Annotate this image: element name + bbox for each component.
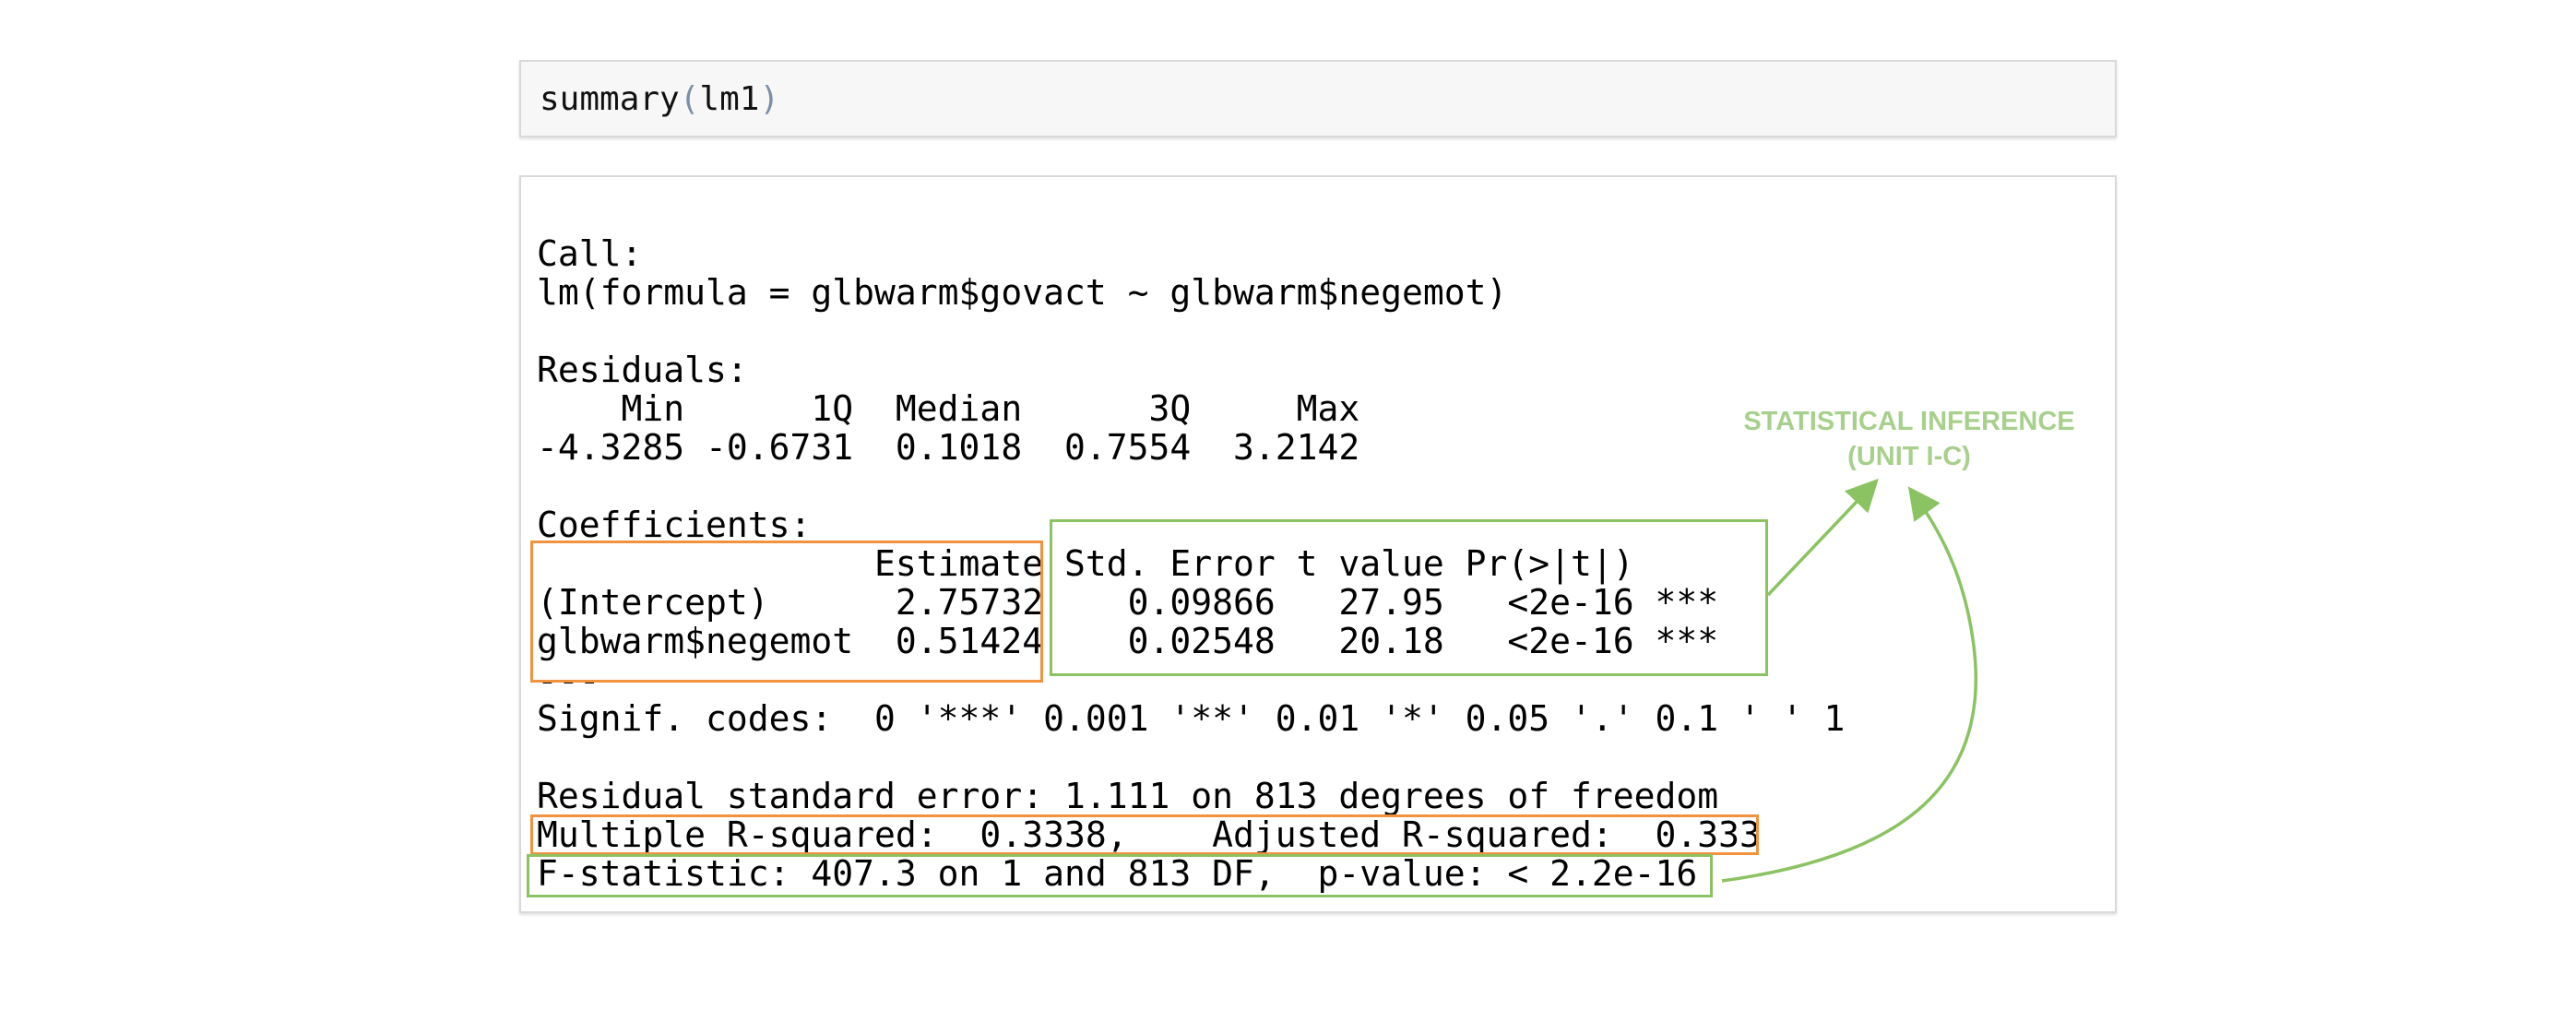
output-line-residual-se: Residual standard error: 1.111 on 813 de…	[537, 776, 1719, 816]
input-function: summary	[540, 80, 680, 118]
output-line-call-formula: lm(formula = glbwarm$govact ~ glbwarm$ne…	[537, 272, 1508, 313]
input-argument: lm1	[699, 80, 760, 118]
input-open-paren: (	[679, 80, 700, 118]
output-line-signif-codes: Signif. codes: 0 '***' 0.001 '**' 0.01 '…	[537, 698, 1846, 739]
annotation-subtitle: (UNIT I-C)	[1847, 442, 1971, 471]
output-line-coefficients-label: Coefficients:	[537, 505, 812, 545]
r-squared-highlight-box	[530, 814, 1759, 855]
output-line-call-label: Call:	[537, 233, 643, 274]
annotation-title: STATISTICAL INFERENCE	[1743, 407, 2075, 436]
output-line-residuals-header: Min 1Q Median 3Q Max	[537, 388, 1382, 429]
input-cell[interactable]: summary(lm1)	[519, 60, 2117, 137]
estimate-highlight-box	[530, 541, 1043, 683]
f-statistic-highlight-box	[527, 854, 1713, 897]
input-code[interactable]: summary(lm1)	[540, 79, 779, 120]
output-line-residuals-values: -4.3285 -0.6731 0.1018 0.7554 3.2142	[537, 427, 1382, 468]
output-line-residuals-label: Residuals:	[537, 350, 748, 390]
inference-stats-highlight-box	[1050, 519, 1768, 676]
input-close-paren: )	[759, 80, 780, 118]
statistical-inference-annotation: STATISTICAL INFERENCE (UNIT I-C)	[1715, 404, 2103, 474]
